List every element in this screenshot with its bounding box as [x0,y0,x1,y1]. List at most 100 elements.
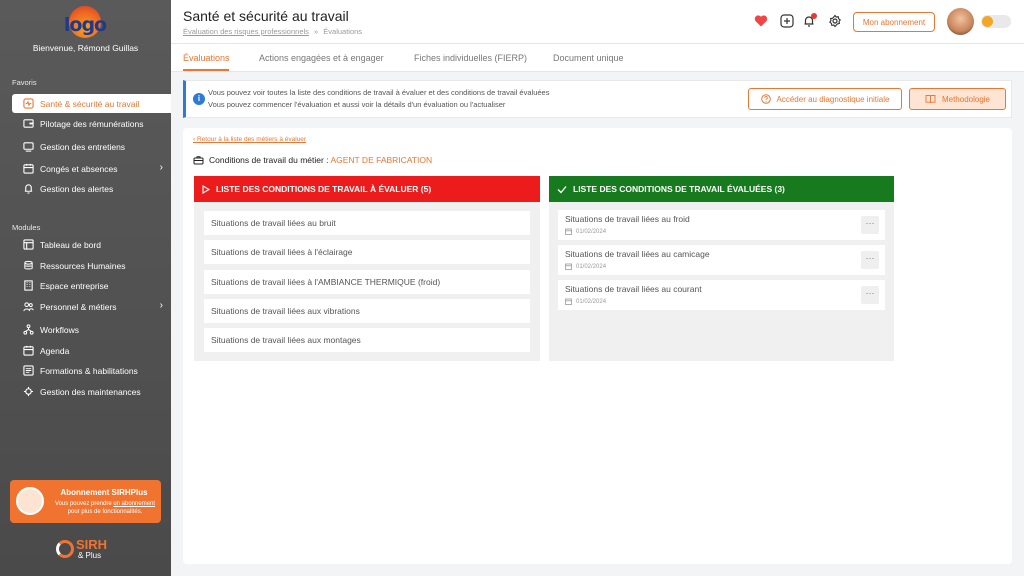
list-item[interactable]: Situations de travail liées aux vibratio… [204,299,530,323]
user-avatar[interactable] [947,8,974,35]
toggle-knob [982,16,993,27]
sidebar-item-label: Gestion des entretiens [40,141,126,152]
date-text: 01/02/2024 [576,298,607,305]
interview-icon [23,141,34,152]
promo-text-before: Vous pouvez prendre [54,501,114,507]
modules-title: Modules [12,223,41,232]
sidebar-item-agenda[interactable]: Agenda [12,341,171,360]
add-icon[interactable] [780,14,794,28]
evaluated-item[interactable]: Situations de travail liées au camicage … [558,245,885,275]
workflow-icon [23,324,34,335]
evaluated-item[interactable]: Situations de travail liées au courant 0… [558,280,885,310]
sidebar-item-label: Pilotage des rémunérations [40,118,144,129]
more-options-button[interactable]: ··· [861,216,879,234]
tab-actions[interactable]: Actions engagées et à engager [259,53,384,63]
more-options-button[interactable]: ··· [861,251,879,269]
to-evaluate-column: LISTE DES CONDITIONS DE TRAVAIL À ÉVALUE… [194,176,540,361]
promo-avatar [16,487,44,515]
training-icon [23,365,34,376]
back-link-label: Retour à la liste des métiers à évaluer [196,136,307,143]
promo-text-after: pour plus de fonctionnalités. [67,509,143,515]
logo[interactable]: logo [63,6,107,38]
sidebar-item-formations[interactable]: Formations & habilitations [12,361,171,380]
sidebar-item-personnel[interactable]: Personnel & métiers › [12,297,171,316]
main-card: ‹ Retour à la liste des métiers à évalue… [183,128,1012,564]
evaluated-item-date: 01/02/2024 [565,263,606,270]
more-options-button[interactable]: ··· [861,286,879,304]
sidebar-item-rh[interactable]: Ressources Humaines [12,256,171,275]
evaluated-column: LISTE DES CONDITIONS DE TRAVAIL ÉVALUÉES… [549,176,894,361]
job-line: Conditions de travail du métier : AGENT … [193,155,432,165]
sidebar-item-conges[interactable]: Congés et absences › [12,159,171,178]
sidebar-item-sante-securite[interactable]: Santé & sécurité au travail [12,94,171,113]
people-icon [23,301,34,312]
date-text: 01/02/2024 [576,263,607,270]
methodology-button[interactable]: Methodologie [909,88,1006,110]
active-tab-indicator [183,69,229,71]
theme-toggle[interactable] [981,15,1011,28]
page-title: Santé et sécurité au travail [183,8,349,24]
chevron-right-icon: › [159,300,163,311]
subscription-button[interactable]: Mon abonnement [853,12,935,32]
evaluated-item-date: 01/02/2024 [565,298,606,305]
list-item[interactable]: Situations de travail liées à l'AMBIANCE… [204,270,530,294]
evaluated-item[interactable]: Situations de travail liées au froid 01/… [558,210,885,240]
top-header: Santé et sécurité au travail Évaluation … [171,0,1024,44]
bell-icon [23,183,34,194]
check-icon [557,185,567,193]
sidebar-item-workflows[interactable]: Workflows [12,320,171,339]
evaluated-item-label: Situations de travail liées au froid [565,214,690,224]
dashboard-icon [23,239,34,250]
evaluated-item-date: 01/02/2024 [565,228,606,235]
info-icon: i [193,93,205,105]
calendar-icon [565,263,572,270]
info-banner: i Vous pouvez voir toutes la liste des c… [183,80,1012,118]
calendar-icon [565,228,572,235]
tab-fiches[interactable]: Fiches individuelles (FIERP) [414,53,527,63]
list-item[interactable]: Situations de travail liées aux montages [204,328,530,352]
list-item[interactable]: Situations de travail liées à l'éclairag… [204,240,530,264]
sidebar-item-label: Tableau de bord [40,239,101,250]
brand-sub: & Plus [78,551,102,560]
methodology-button-label: Methodologie [941,94,991,104]
chevron-right-icon: › [159,162,163,173]
subscription-promo[interactable]: Abonnement SIRHPlus Vous pouvez prendre … [10,480,161,523]
help-circle-icon [760,94,771,104]
tab-evaluations[interactable]: Évaluations [183,53,230,63]
favoris-title: Favoris [12,78,37,87]
calendar-icon [23,163,34,174]
tab-bar: Évaluations Actions engagées et à engage… [171,44,1024,72]
promo-link[interactable]: un abonnement [113,501,155,507]
logo-text: logo [63,14,107,36]
sidebar-item-label: Espace entreprise [40,280,109,291]
gear-icon[interactable] [828,14,842,28]
tab-document-unique[interactable]: Document unique [553,53,624,63]
back-link[interactable]: ‹ Retour à la liste des métiers à évalue… [193,136,306,143]
info-line-1: Vous pouvez voir toutes la liste des con… [208,88,550,97]
promo-title: Abonnement SIRHPlus [60,488,148,497]
heart-icon[interactable] [754,14,768,28]
sidebar-item-maintenances[interactable]: Gestion des maintenances [12,382,171,401]
play-icon [202,184,210,194]
sidebar-item-tableau-de-bord[interactable]: Tableau de bord [12,235,171,254]
breadcrumb-sep: » [314,27,319,36]
agenda-icon [23,345,34,356]
sidebar-item-entreprise[interactable]: Espace entreprise [12,276,171,295]
evaluated-item-label: Situations de travail liées au courant [565,284,702,294]
job-name: AGENT DE FABRICATION [330,155,433,165]
calendar-icon [565,298,572,305]
breadcrumb-current: Évaluations [323,27,363,36]
sidebar-item-entretiens[interactable]: Gestion des entretiens [12,137,171,156]
evaluated-title: LISTE DES CONDITIONS DE TRAVAIL ÉVALUÉES… [573,184,785,194]
health-icon [23,98,34,109]
breadcrumb-item[interactable]: Évaluation des risques professionnels [183,27,309,36]
hr-icon [23,260,34,271]
wallet-icon [23,118,34,129]
sidebar-item-remunerations[interactable]: Pilotage des rémunérations [12,114,171,133]
to-evaluate-title: LISTE DES CONDITIONS DE TRAVAIL À ÉVALUE… [216,184,432,194]
sidebar-item-label: Congés et absences [40,163,118,174]
welcome-text: Bienvenue, Rémond Guillas [32,43,139,53]
sidebar-item-alertes[interactable]: Gestion des alertes [12,179,171,198]
list-item[interactable]: Situations de travail liées au bruit [204,211,530,235]
diagnostic-button[interactable]: Accéder au diagnostique initiale [748,88,902,110]
